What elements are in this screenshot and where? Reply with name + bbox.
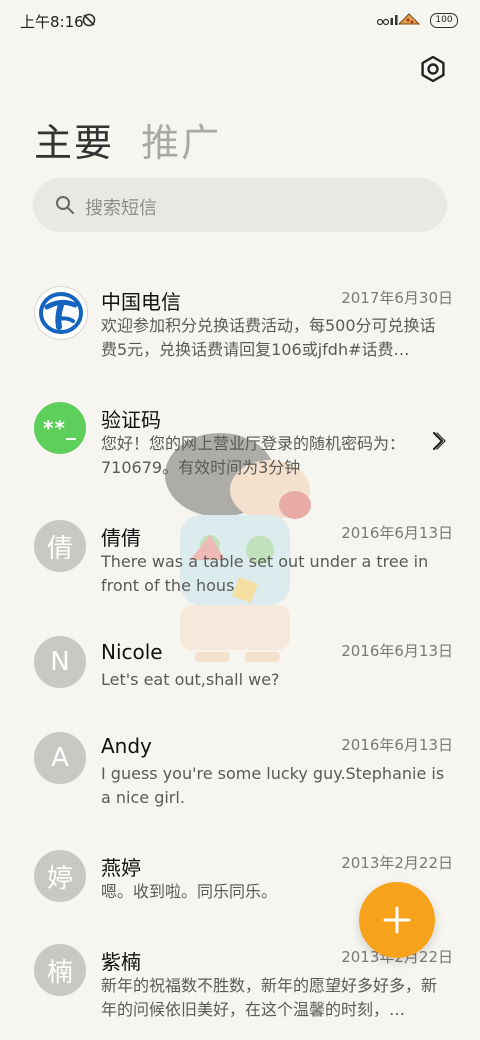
message-date: 2016年6月13日 <box>341 524 453 542</box>
settings-icon[interactable] <box>418 54 448 84</box>
verification-avatar: **_ <box>34 402 86 454</box>
contact-avatar: A <box>34 732 86 784</box>
message-date: 2017年6月30日 <box>341 289 453 307</box>
tab-primary[interactable]: 主要 <box>34 112 114 167</box>
message-snippet: There was a table set out under a tree i… <box>101 552 429 595</box>
contact-name: Andy <box>101 734 152 758</box>
contact-avatar: N <box>34 636 86 688</box>
battery-indicator: 100 <box>430 13 458 28</box>
category-tabs: 主要 推广 <box>34 112 243 168</box>
message-snippet: I guess you're some lucky guy.Stephanie … <box>101 764 445 807</box>
contact-avatar: 倩 <box>34 520 86 572</box>
contact-avatar: 楠 <box>34 944 86 996</box>
contact-name: Nicole <box>101 640 163 664</box>
tab-promotions[interactable]: 推广 <box>141 112 221 167</box>
list-item[interactable]: 中国电信 2017年6月30日 欢迎参加积分兑换话费活动，每500分可兑换话费5… <box>0 278 480 378</box>
list-item[interactable]: A Andy 2016年6月13日 I guess you're some lu… <box>0 730 480 820</box>
sync-icon <box>82 13 96 27</box>
status-time: 上午8:16 <box>20 13 84 31</box>
pizza-icon <box>398 13 420 25</box>
list-item[interactable]: N Nicole 2016年6月13日 Let's eat out,shall … <box>0 636 480 706</box>
plus-icon <box>383 906 411 934</box>
contact-name: 验证码 <box>101 408 161 432</box>
message-date: 2013年2月22日 <box>341 854 453 872</box>
message-date: 2016年6月13日 <box>341 736 453 754</box>
contact-name: 倩倩 <box>101 526 141 550</box>
chevron-right-icon[interactable] <box>428 430 450 452</box>
search-bar[interactable]: 搜索短信 <box>33 178 447 232</box>
contact-avatar: 婷 <box>34 850 86 902</box>
message-snippet: Let's eat out,shall we? <box>101 670 280 689</box>
message-snippet: 新年的祝福数不胜数，新年的愿望好多好多，新年的问候依旧美好，在这个温馨的时刻，… <box>101 976 438 1019</box>
message-snippet: 您好！您的网上营业厅登录的随机密码为：710679。有效时间为3分钟 <box>101 434 406 477</box>
message-snippet: 欢迎参加积分兑换话费活动，每500分可兑换话费5元，兑换话费请回复106或jfd… <box>101 316 436 359</box>
telecom-logo-avatar <box>34 286 88 340</box>
status-bar: 上午8:16 100 <box>0 0 480 40</box>
compose-button[interactable] <box>359 882 435 958</box>
contact-name: 燕婷 <box>101 856 141 880</box>
china-telecom-logo-icon <box>39 292 83 334</box>
contact-name: 中国电信 <box>101 290 181 314</box>
search-icon <box>56 196 74 214</box>
list-item[interactable]: 倩 倩倩 2016年6月13日 There was a table set ou… <box>0 518 480 608</box>
signal-icon <box>377 15 398 26</box>
message-date: 2016年6月13日 <box>341 642 453 660</box>
search-input[interactable]: 搜索短信 <box>85 194 157 220</box>
contact-name: 紫楠 <box>101 950 141 974</box>
list-item[interactable]: **_ 验证码 您好！您的网上营业厅登录的随机密码为：710679。有效时间为3… <box>0 400 480 490</box>
